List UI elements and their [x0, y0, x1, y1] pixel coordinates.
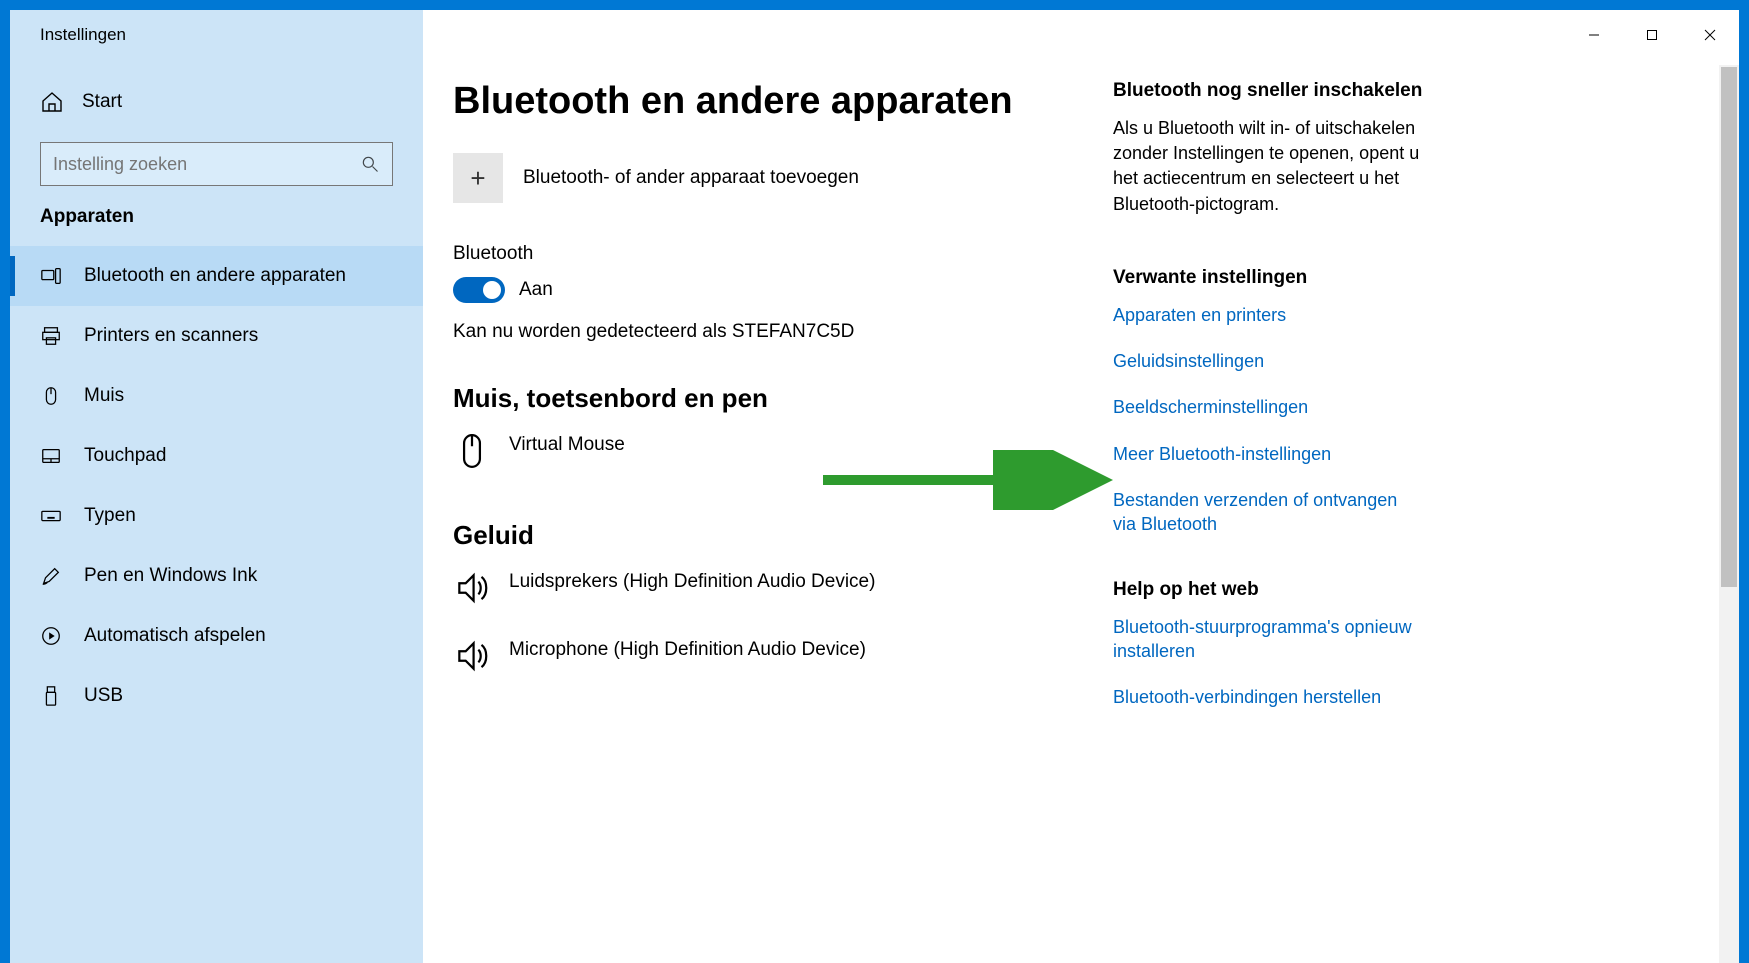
bluetooth-heading: Bluetooth	[453, 243, 1093, 265]
sidebar-item-bluetooth[interactable]: Bluetooth en andere apparaten	[10, 246, 423, 306]
main-panel: Bluetooth en andere apparaten + Bluetoot…	[423, 10, 1739, 963]
link-more-bluetooth[interactable]: Meer Bluetooth-instellingen	[1113, 442, 1423, 466]
sidebar-item-typing[interactable]: Typen	[10, 486, 423, 546]
link-devices-printers[interactable]: Apparaten en printers	[1113, 303, 1423, 327]
nav-list: Bluetooth en andere apparaten Printers e…	[10, 246, 423, 726]
mouse-icon	[453, 432, 491, 470]
device-row-microphone[interactable]: Microphone (High Definition Audio Device…	[453, 637, 1093, 675]
home-icon	[40, 90, 64, 114]
link-send-receive-bluetooth[interactable]: Bestanden verzenden of ontvangen via Blu…	[1113, 488, 1423, 537]
help-link-reinstall-drivers[interactable]: Bluetooth-stuurprogramma's opnieuw insta…	[1113, 615, 1423, 664]
sidebar-item-label: Printers en scanners	[84, 325, 258, 347]
device-label: Microphone (High Definition Audio Device…	[509, 637, 866, 661]
sidebar-item-label: Pen en Windows Ink	[84, 565, 257, 587]
add-device-button[interactable]: + Bluetooth- of ander apparaat toevoegen	[453, 153, 1093, 203]
scrollbar[interactable]	[1719, 65, 1739, 963]
search-box[interactable]	[40, 142, 393, 186]
main-right: Bluetooth nog sneller inschakelen Als u …	[1113, 80, 1463, 963]
pen-icon	[40, 565, 62, 587]
sidebar-item-mouse[interactable]: Muis	[10, 366, 423, 426]
link-sound-settings[interactable]: Geluidsinstellingen	[1113, 349, 1423, 373]
related-heading: Verwante instellingen	[1113, 267, 1423, 289]
maximize-button[interactable]	[1623, 15, 1681, 55]
add-device-label: Bluetooth- of ander apparaat toevoegen	[523, 167, 859, 189]
touchpad-icon	[40, 445, 62, 467]
keyboard-icon	[40, 505, 62, 527]
printer-icon	[40, 325, 62, 347]
sidebar-item-touchpad[interactable]: Touchpad	[10, 426, 423, 486]
search-input[interactable]	[53, 154, 360, 175]
sidebar-item-autoplay[interactable]: Automatisch afspelen	[10, 606, 423, 666]
window-title: Instellingen	[10, 25, 126, 45]
sidebar-item-usb[interactable]: USB	[10, 666, 423, 726]
home-button[interactable]: Start	[10, 80, 423, 124]
sidebar-item-label: Bluetooth en andere apparaten	[84, 265, 346, 287]
discoverable-text: Kan nu worden gedetecteerd als STEFAN7C5…	[453, 321, 1093, 343]
sidebar: Start Apparaten Bluetooth en andere appa…	[10, 10, 423, 963]
device-label: Luidsprekers (High Definition Audio Devi…	[509, 569, 875, 593]
settings-window: Instellingen Start	[10, 10, 1739, 963]
sidebar-item-printers[interactable]: Printers en scanners	[10, 306, 423, 366]
main-left: Bluetooth en andere apparaten + Bluetoot…	[453, 80, 1113, 963]
tip-body: Als u Bluetooth wilt in- of uitschakelen…	[1113, 116, 1423, 217]
sidebar-item-label: Touchpad	[84, 445, 166, 467]
titlebar: Instellingen	[10, 10, 1739, 60]
section-mouse-heading: Muis, toetsenbord en pen	[453, 383, 1093, 414]
device-row-mouse[interactable]: Virtual Mouse	[453, 432, 1093, 470]
devices-icon	[40, 265, 62, 287]
speaker-icon	[453, 637, 491, 675]
scrollbar-thumb[interactable]	[1721, 67, 1737, 587]
bluetooth-toggle-row: Aan	[453, 277, 1093, 303]
autoplay-icon	[40, 625, 62, 647]
sidebar-item-label: Muis	[84, 385, 124, 407]
minimize-button[interactable]	[1565, 15, 1623, 55]
help-link-fix-connections[interactable]: Bluetooth-verbindingen herstellen	[1113, 685, 1423, 709]
plus-icon: +	[453, 153, 503, 203]
sidebar-item-label: USB	[84, 685, 123, 707]
window-controls	[1565, 15, 1739, 55]
tip-heading: Bluetooth nog sneller inschakelen	[1113, 80, 1423, 102]
bluetooth-toggle-state: Aan	[519, 279, 553, 301]
bluetooth-toggle[interactable]	[453, 277, 505, 303]
section-sound-heading: Geluid	[453, 520, 1093, 551]
device-label: Virtual Mouse	[509, 432, 625, 456]
sidebar-item-label: Automatisch afspelen	[84, 625, 266, 647]
sidebar-item-label: Typen	[84, 505, 136, 527]
content-area: Start Apparaten Bluetooth en andere appa…	[10, 10, 1739, 963]
usb-icon	[40, 685, 62, 707]
mouse-icon	[40, 385, 62, 407]
device-row-speakers[interactable]: Luidsprekers (High Definition Audio Devi…	[453, 569, 1093, 607]
search-wrap	[10, 142, 423, 206]
link-display-settings[interactable]: Beeldscherminstellingen	[1113, 395, 1423, 419]
search-icon	[360, 154, 380, 174]
speaker-icon	[453, 569, 491, 607]
help-heading: Help op het web	[1113, 579, 1423, 601]
sidebar-section-label: Apparaten	[10, 206, 423, 246]
page-title: Bluetooth en andere apparaten	[453, 80, 1093, 123]
close-button[interactable]	[1681, 15, 1739, 55]
sidebar-item-pen[interactable]: Pen en Windows Ink	[10, 546, 423, 606]
home-label: Start	[82, 91, 122, 113]
